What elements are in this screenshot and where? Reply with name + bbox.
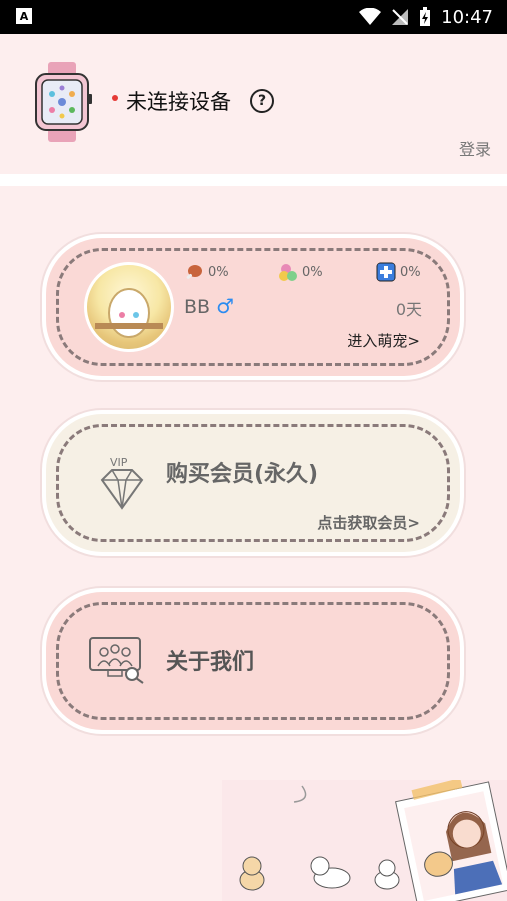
about-card[interactable]: 关于我们 [46,592,460,730]
pet-card[interactable]: 0% 0% 0% BB ♂ 0天 进入萌宠> [46,238,460,376]
health-value: 0% [400,264,421,280]
wifi-icon [359,8,382,25]
smartwatch-icon [35,62,92,142]
status-bar: A 10:47 [0,0,507,34]
get-vip-link[interactable]: 点击获取会员> [317,512,420,533]
clock: 10:47 [441,6,493,28]
notification-app-icon: A [16,8,32,24]
health-plus-icon [376,262,396,282]
help-icon[interactable]: ? [250,89,274,113]
health-stat: 0% [376,262,421,282]
device-connection-status[interactable]: 未连接设备 [126,86,231,116]
pet-name-text: BB [184,296,211,318]
hunger-stat: 0% [184,262,229,282]
vip-card[interactable]: VIP 购买会员(永久) 点击获取会员> [46,414,460,552]
login-button[interactable]: 登录 [459,136,491,160]
male-gender-icon: ♂ [216,294,235,318]
decorative-illustration [222,780,507,901]
meat-icon [186,265,202,279]
disconnected-status-dot [112,95,118,101]
device-header: 未连接设备 ? 登录 [0,34,507,174]
mood-stat: 0% [278,262,323,282]
vip-title: 购买会员(永久) [166,462,319,487]
mood-faces-icon [279,264,297,281]
pet-name: BB ♂ [184,294,234,318]
section-divider [0,174,507,186]
status-icons: 10:47 [359,5,493,29]
vip-diamond-icon: VIP [100,456,144,510]
no-signal-icon [392,9,409,25]
about-us-title: 关于我们 [166,650,255,675]
battery-charging-icon [420,7,431,26]
pet-days: 0天 [395,300,422,319]
enter-pet-link[interactable]: 进入萌宠> [347,330,420,351]
pet-egg-icon [95,288,163,338]
pet-avatar[interactable] [84,262,174,352]
about-us-icon [89,637,144,684]
mood-value: 0% [302,264,323,280]
hunger-value: 0% [208,264,229,280]
vip-badge-text: VIP [110,456,128,469]
